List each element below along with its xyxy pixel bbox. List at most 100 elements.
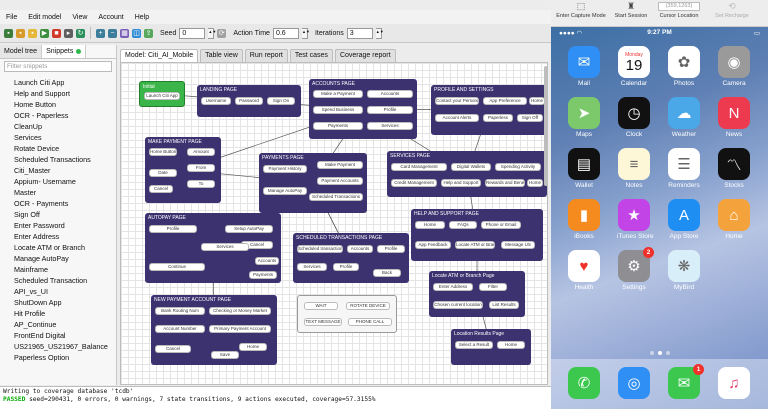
action-button[interactable]: Scheduled transactions [297,245,343,253]
iterations-input[interactable]: 3 [346,27,373,39]
action-button[interactable]: Manage AutoPay [263,187,307,195]
action-button[interactable]: Launch Citi App [144,92,180,100]
app-clock[interactable]: ◷ Clock [617,97,651,142]
action-button[interactable]: Payment History [263,165,307,173]
action-button[interactable]: Spend Business [313,106,363,114]
snippet-item[interactable]: API_vs_UI [14,286,116,297]
app-ibooks[interactable]: ▮ iBooks [567,199,601,244]
snippet-item[interactable]: Scheduled Transaction [14,275,116,286]
refresh-icon[interactable]: ↻ [76,28,85,38]
action-button[interactable]: Setup AutoPay [225,225,273,233]
tab-model[interactable]: Model: Citi_AI_Mobile [120,49,199,62]
action-button[interactable]: Enter Address [433,283,473,291]
state-node-landing[interactable]: LANDING PAGE Username Password Sign On [197,85,301,117]
state-node-scheduled[interactable]: SCHEDULED TRANSACTIONS PAGE Scheduled tra… [293,233,409,283]
snippet-item[interactable]: Master [14,187,116,198]
action-button[interactable]: Account Number [155,325,205,333]
action-button[interactable]: Profile [149,225,197,233]
tab-test-cases[interactable]: Test cases [289,49,333,62]
snippet-item[interactable]: Scheduled Transactions [14,154,116,165]
seed-input[interactable]: 0 [179,27,206,39]
snippet-item[interactable]: Hit Profile [14,308,116,319]
state-node-new-payment[interactable]: NEW PAYMENT ACCOUNT PAGE Bank Routing Num… [151,295,277,365]
action-button[interactable]: Back [373,269,401,277]
action-button[interactable]: Home Button [149,148,177,156]
action-time-stepper[interactable]: ▲▼ [301,27,310,39]
menu-help[interactable]: Help [135,14,149,21]
action-button[interactable]: Accounts [347,245,373,253]
action-button[interactable]: Date [149,169,177,177]
menu-edit-model[interactable]: Edit model [28,14,61,21]
action-button[interactable]: Make Payment [317,161,363,169]
app-stocks[interactable]: 〽 Stocks [717,148,751,193]
action-button[interactable]: To [187,180,215,188]
snippet-item[interactable]: Manage AutoPay [14,253,116,264]
set-recharge-button[interactable]: ⟲ Set Recharge [707,1,757,19]
action-button[interactable]: Phone or Email [481,221,521,229]
app-music[interactable]: ♫ [717,367,751,409]
snippet-item[interactable]: Appium- Username [14,176,116,187]
action-button[interactable]: Accounts [367,90,413,98]
action-button[interactable]: Filter [479,283,507,291]
action-button[interactable]: Password [235,97,263,105]
app-appstore[interactable]: A App Store [667,199,701,244]
snippet-item[interactable]: Paperless Option [14,352,116,363]
canvas-scrollbar[interactable] [544,66,548,186]
action-button[interactable]: Scheduled Transactions [309,193,363,201]
action-button[interactable]: Contact your Personal [435,97,479,105]
action-button[interactable]: App Feedback [415,241,451,249]
iphone-home-screen[interactable]: ●●●● ◠ 9:27 PM ▭ ✆ ◎ ✉ 1 ♫ ✉ Mail Monday 19 Cale… [551,27,768,409]
action-button[interactable]: Amount [187,148,215,156]
tab-table-view[interactable]: Table view [200,49,243,62]
action-button[interactable]: Payments [313,122,363,130]
state-node-make-payment[interactable]: MAKE PAYMENT PAGE Home Button Amount From Da… [145,137,221,203]
zoom-out-icon[interactable]: − [108,28,117,38]
snippet-item[interactable]: Help and Support [14,88,116,99]
snippet-item[interactable]: Sign Off [14,209,116,220]
action-button[interactable]: TEXT MESSAGE [304,318,342,326]
action-button[interactable]: Sign Off [517,114,543,122]
action-button[interactable]: Profile [377,245,405,253]
snippet-item[interactable]: Enter Password [14,220,116,231]
app-news[interactable]: N News [717,97,751,142]
menu-view[interactable]: View [72,14,87,21]
snippet-item[interactable]: CleanUp [14,121,116,132]
lock-icon[interactable]: ▪ [16,28,25,38]
action-button[interactable]: Save [211,351,239,359]
action-button[interactable]: Profile [333,263,359,271]
state-node-locate[interactable]: Locate ATM or Branch Page Enter Address Fi… [429,271,525,317]
action-button[interactable]: FAQs [449,221,477,229]
app-notes[interactable]: ≡ Notes [617,148,651,193]
app-wallet[interactable]: ▤ Wallet [567,148,601,193]
state-node-services[interactable]: SERVICES PAGE Card Management Digital Wall… [387,151,547,197]
seed-stepper[interactable]: ▲▼ [208,27,216,39]
layout-icon[interactable]: ▦ [120,28,129,38]
action-button[interactable]: Checking or Money Market [209,307,271,315]
iterations-stepper[interactable]: ▲▼ [375,27,384,39]
app-messages[interactable]: ✉ 1 [667,364,704,409]
action-button[interactable]: Home [415,221,445,229]
action-button[interactable]: App Preference [483,97,527,105]
snippet-item[interactable]: OCR - Paperless [14,110,116,121]
state-node-help[interactable]: HELP AND SUPPORT PAGE Home FAQs Phone or Em… [411,209,543,261]
state-node-misc[interactable]: WAIT ROTATE DEVICE TEXT MESSAGE PHONE CALL [297,295,397,333]
enter-capture-mode-button[interactable]: ⬚ Enter Capture Mode [553,1,609,19]
action-button[interactable]: Home [527,179,543,187]
action-button[interactable]: Accounts [255,257,279,265]
action-button[interactable]: Home [239,343,267,351]
state-node-payments[interactable]: PAYMENTS PAGE Payment History Make Payment… [259,153,367,213]
tab-coverage-report[interactable]: Coverage report [334,49,396,62]
snippet-item[interactable]: Locate ATM or Branch [14,242,116,253]
tab-run-report[interactable]: Run report [244,49,288,62]
action-button[interactable]: Paperless [483,114,513,122]
action-button[interactable]: List Results [489,301,519,309]
app-phone[interactable]: ✆ [567,367,601,409]
action-button[interactable]: Spending Activity [495,163,541,171]
app-photos[interactable]: ✿ Photos [667,46,701,91]
snippet-item[interactable]: AP_Continue [14,319,116,330]
action-button[interactable]: Digital Wallets [451,163,491,171]
snippet-item[interactable]: Launch Citi App [14,77,116,88]
step-icon[interactable]: ▸ [64,28,73,38]
action-time-input[interactable]: 0.6 [272,27,299,39]
snippet-item[interactable]: Services [14,132,116,143]
